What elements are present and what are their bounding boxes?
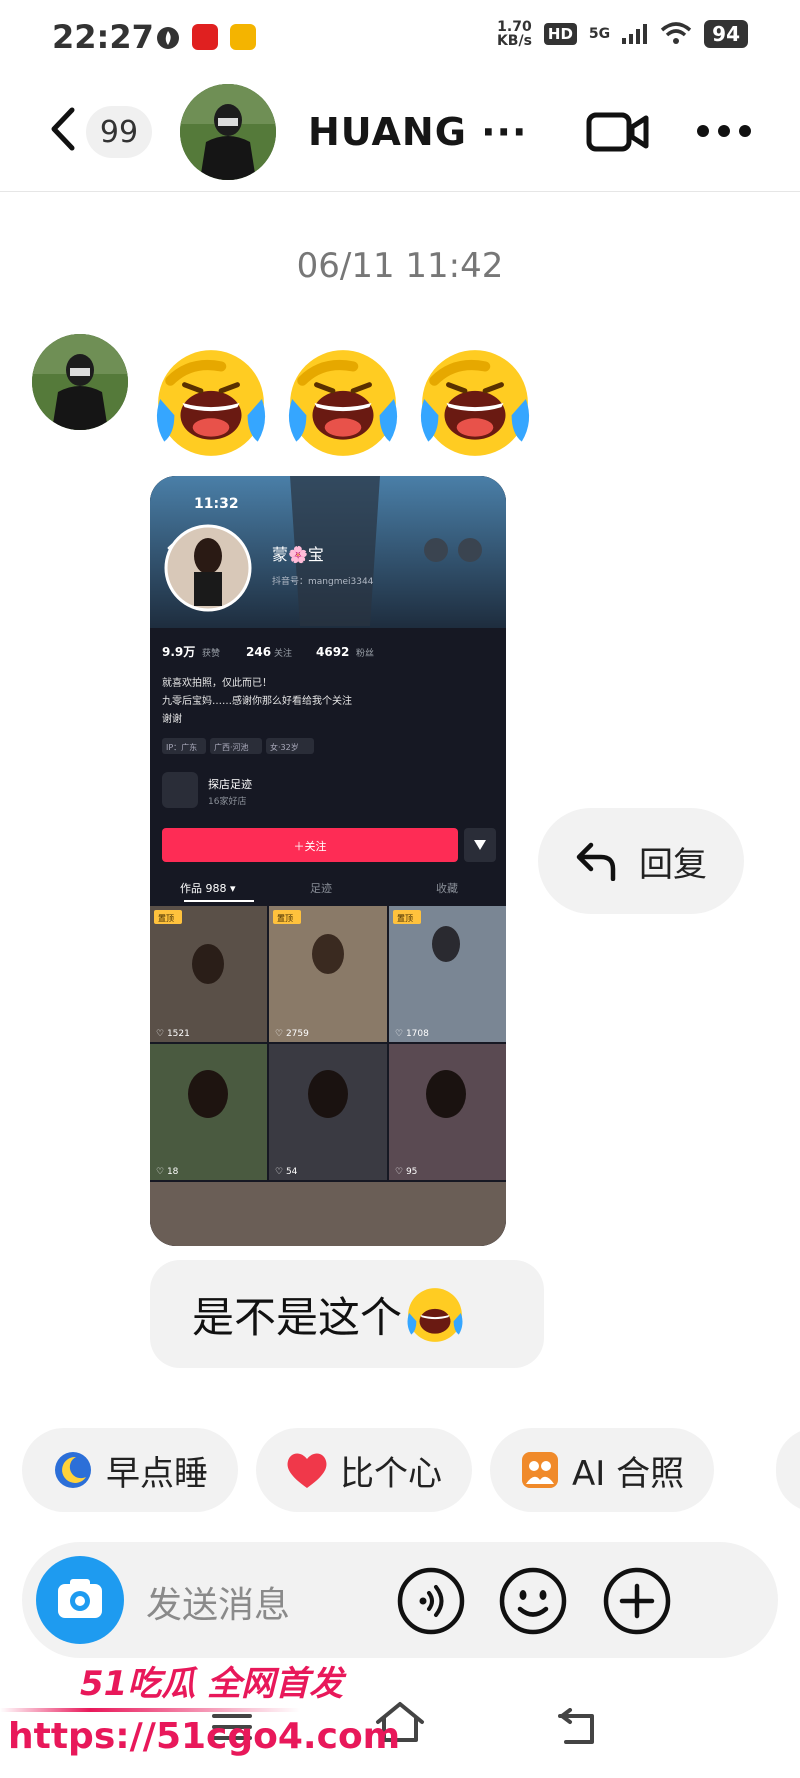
shot-shop-title: 探店足迹 [208, 777, 252, 791]
camera-icon [58, 1579, 102, 1618]
image-message[interactable]: 11:32 ‹ 蒙🌸宝 抖音号：mangmei3344 9.9万 获赞 246 … [150, 476, 506, 1246]
net-speed: 1.70 KB/s [497, 20, 532, 48]
heart-icon [287, 1453, 327, 1488]
hd-badge: HD [543, 23, 577, 45]
back-button[interactable] [48, 106, 78, 159]
shot-follow-button: ＋关注 [294, 839, 327, 853]
message-timestamp: 06/11 11:42 [296, 246, 504, 286]
net-speed-value: 1.70 [497, 19, 532, 35]
shot-stat-likes-label: 获赞 [202, 647, 220, 659]
avatar-image [180, 84, 276, 180]
shot-pinned-2: 置顶 [277, 914, 293, 923]
shot-likes-4: ♡ 18 [156, 1167, 179, 1177]
shot-tag-ip: IP：广东 [166, 742, 197, 752]
shot-bio-line1: 就喜欢拍照，仅此而已！ [162, 676, 272, 689]
status-indicators: 1.70 KB/s HD 5G 94 [497, 20, 748, 48]
shot-time: 11:32 [194, 496, 239, 512]
unread-count-badge[interactable]: 99 [86, 106, 152, 158]
watermark-url: https://51cgo4.com [8, 1716, 401, 1757]
shot-stat-following: 246 [246, 645, 271, 659]
shot-likes-2: ♡ 2759 [275, 1029, 309, 1039]
reply-arrow-icon [576, 842, 616, 881]
shot-tag-age: 女·32岁 [270, 742, 299, 752]
net-speed-unit: KB/s [496, 33, 532, 49]
shot-likes-3: ♡ 1708 [395, 1029, 429, 1039]
message-input[interactable]: 发送消息 [146, 1576, 290, 1628]
shot-stat-following-label: 关注 [274, 647, 292, 659]
shot-pinned-3: 置顶 [397, 914, 413, 923]
text-message: 是不是这个 [192, 1292, 403, 1342]
shot-likes-1: ♡ 1521 [156, 1029, 190, 1039]
chip-sleep-early[interactable]: 早点睡 [22, 1428, 238, 1512]
chip-label: 比个心 [340, 1453, 442, 1494]
flame-icon [157, 27, 179, 49]
text-message-bubble[interactable]: 是不是这个 [150, 1260, 544, 1368]
video-camera-icon[interactable] [586, 112, 650, 152]
app-notification-icon [192, 24, 218, 50]
status-time: 22:27 [52, 18, 154, 56]
laughing-crying-emoji-icon [420, 350, 530, 456]
quick-reply-chips: 早点睡 比个心 AI 合照 [22, 1428, 715, 1512]
voice-icon[interactable] [396, 1566, 466, 1636]
shot-stat-likes: 9.9万 [162, 645, 195, 659]
plus-icon[interactable] [602, 1566, 672, 1636]
shot-tab-favorites: 收藏 [436, 881, 458, 895]
chip-label: AI 合照 [572, 1453, 685, 1494]
laughing-crying-emoji-icon [156, 350, 266, 456]
laughing-crying-emoji-icon [288, 350, 398, 456]
reply-label: 回复 [639, 844, 707, 885]
shot-tab-footprint: 足迹 [310, 882, 332, 895]
chip-ai-photo[interactable]: AI 合照 [490, 1428, 715, 1512]
chip-overflow[interactable] [776, 1428, 800, 1512]
watermark-divider [0, 1708, 300, 1712]
avatar-image [32, 334, 128, 430]
message-input-bar: 发送消息 [22, 1542, 778, 1658]
ai-photo-icon [522, 1452, 558, 1488]
shot-stat-fans: 4692 [316, 645, 349, 659]
chat-header: 99 HUANG ··· [0, 70, 800, 192]
network-type: 5G [588, 26, 611, 42]
moon-sleep-icon [55, 1452, 91, 1488]
reply-button[interactable]: 回复 [538, 808, 744, 914]
chevron-left-icon [51, 107, 75, 151]
shot-likes-6: ♡ 95 [395, 1167, 417, 1177]
wifi-icon [661, 22, 692, 44]
chip-label: 早点睡 [106, 1453, 208, 1494]
sender-avatar[interactable] [32, 334, 128, 430]
smiley-icon[interactable] [498, 1566, 568, 1636]
shared-profile-screenshot: 11:32 ‹ 蒙🌸宝 抖音号：mangmei3344 9.9万 获赞 246 … [150, 476, 506, 1246]
camera-button[interactable] [36, 1556, 124, 1644]
emoji-message[interactable] [150, 340, 536, 462]
watermark-title: 51吃瓜 全网首发 [80, 1664, 344, 1704]
shot-douyin-id: 抖音号：mangmei3344 [272, 575, 374, 587]
laughing-crying-emoji-icon [407, 1288, 463, 1342]
signal-icon [622, 24, 648, 44]
shot-pinned-1: 置顶 [158, 914, 174, 923]
contact-name[interactable]: HUANG ··· [308, 110, 527, 154]
shot-likes-5: ♡ 54 [275, 1167, 298, 1177]
more-dots-icon[interactable] [696, 124, 752, 138]
contact-avatar[interactable] [180, 84, 276, 180]
status-bar: 22:27 1.70 KB/s HD 5G 94 [0, 0, 800, 70]
battery-indicator: 94 [704, 20, 748, 48]
shot-profile-name: 蒙🌸宝 [272, 545, 324, 564]
nav-back-icon[interactable] [556, 1708, 600, 1748]
shot-tab-works: 作品 988 ▾ [180, 882, 236, 895]
shot-tag-location: 广西·河池 [214, 742, 249, 752]
shot-bio-line2: 九零后宝妈……感谢你那么好看给我个关注 [162, 694, 352, 707]
chip-heart[interactable]: 比个心 [256, 1428, 472, 1512]
shot-shop-sub: 16家好店 [208, 795, 246, 807]
shot-bio-line3: 谢谢 [162, 712, 182, 725]
app-notification-icon [230, 24, 256, 50]
shot-stat-fans-label: 粉丝 [356, 647, 374, 659]
